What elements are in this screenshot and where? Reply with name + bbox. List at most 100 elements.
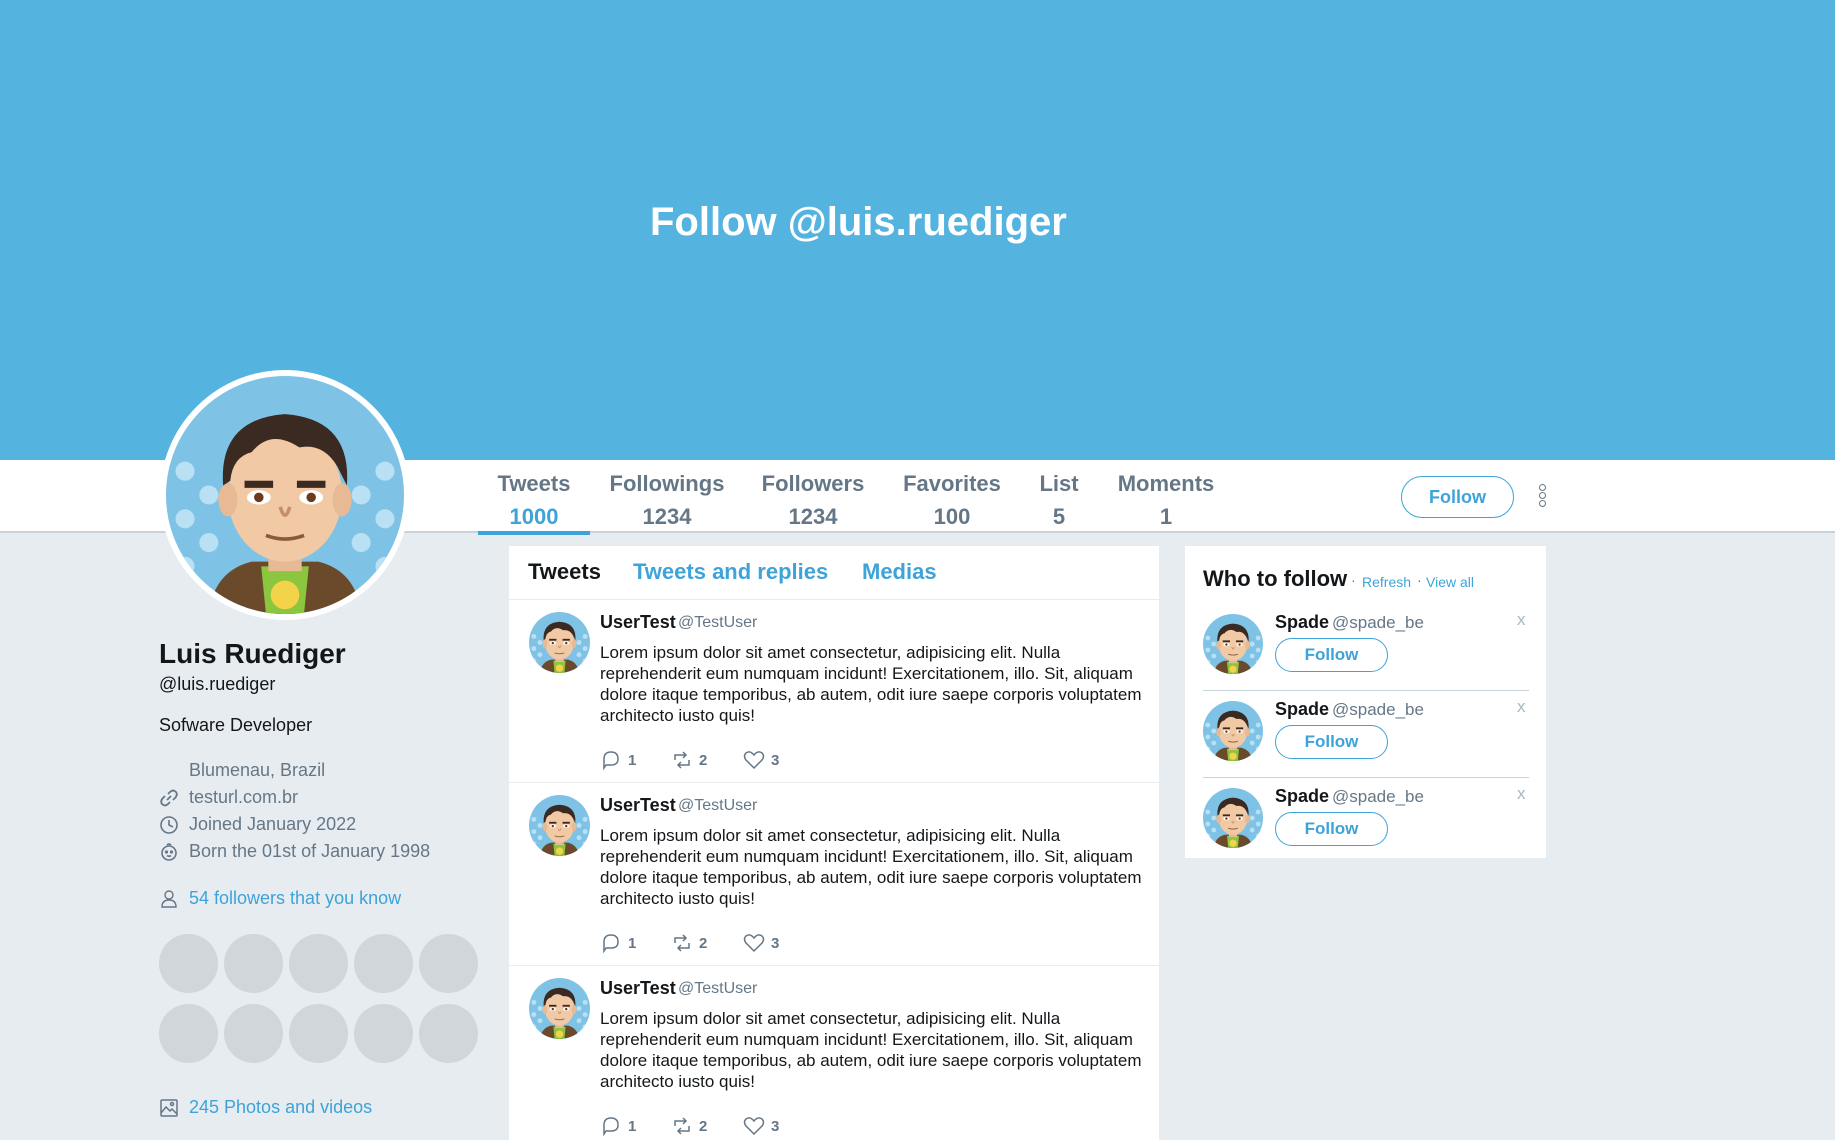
tweet[interactable]: UserTest @TestUser Lorem ipsum dolor sit… <box>509 966 1159 1140</box>
tweet-author-handle[interactable]: @TestUser <box>678 614 757 632</box>
followers-you-know-link[interactable]: 54 followers that you know <box>189 888 401 909</box>
profile-bio: Sofware Developer <box>159 715 313 735</box>
like-button[interactable]: 3 <box>743 1115 779 1137</box>
follower-avatar[interactable] <box>224 934 283 993</box>
follower-avatar[interactable] <box>289 1004 348 1063</box>
clock-icon <box>160 815 178 834</box>
retweet-count: 2 <box>699 1117 708 1135</box>
tweet[interactable]: UserTest @TestUser Lorem ipsum dolor sit… <box>509 783 1159 966</box>
suggestion-handle[interactable]: @spade_be <box>1332 700 1424 720</box>
website-link[interactable]: testurl.com.br <box>189 787 298 808</box>
stat-value: 1000 <box>509 504 559 529</box>
suggestion-handle[interactable]: @spade_be <box>1332 613 1424 633</box>
tweet-author-name[interactable]: UserTest <box>600 978 676 999</box>
tweets-tabs: Tweets Tweets and replies Medias <box>509 546 1159 600</box>
follower-avatar[interactable] <box>419 934 478 993</box>
like-count: 3 <box>771 1117 780 1135</box>
image-icon <box>160 1098 178 1117</box>
stat-moments[interactable]: Moments 1 <box>1112 460 1220 533</box>
suggestion-name[interactable]: Spade <box>1275 786 1329 807</box>
retweet-count: 2 <box>699 751 708 769</box>
tweet-author-name[interactable]: UserTest <box>600 612 676 633</box>
tweet-author-handle[interactable]: @TestUser <box>678 797 757 815</box>
follow-button[interactable]: Follow <box>1401 476 1514 518</box>
suggestion-avatar[interactable] <box>1203 614 1263 674</box>
suggestion-name[interactable]: Spade <box>1275 699 1329 720</box>
like-button[interactable]: 3 <box>743 749 779 771</box>
follow-suggestion: Spade @spade_be Follow x <box>1203 691 1529 778</box>
profile-website: testurl.com.br <box>159 787 298 808</box>
banner-title: Follow @luis.ruediger <box>650 200 1067 244</box>
dismiss-icon[interactable]: x <box>1517 610 1526 630</box>
tweet-text: Lorem ipsum dolor sit amet consectetur, … <box>600 1009 1142 1091</box>
retweet-button[interactable]: 2 <box>671 932 707 954</box>
tweet[interactable]: UserTest @TestUser Lorem ipsum dolor sit… <box>509 600 1159 783</box>
stat-value: 1234 <box>642 504 692 529</box>
retweet-button[interactable]: 2 <box>671 749 707 771</box>
follower-avatar[interactable] <box>159 934 218 993</box>
profile-avatar <box>160 370 410 620</box>
tweet-author-handle[interactable]: @TestUser <box>678 980 757 998</box>
tweet-avatar[interactable] <box>529 978 590 1039</box>
followers-you-know[interactable]: 54 followers that you know <box>159 888 401 909</box>
heart-icon <box>743 751 765 770</box>
follower-avatar[interactable] <box>159 1004 218 1063</box>
tab-medias[interactable]: Medias <box>862 559 937 585</box>
follower-avatar[interactable] <box>354 934 413 993</box>
suggestion-follow-button[interactable]: Follow <box>1275 812 1388 846</box>
more-options-icon[interactable] <box>1534 484 1550 510</box>
heart-icon <box>743 934 765 953</box>
stat-followers[interactable]: Followers 1234 <box>757 460 869 533</box>
suggestion-name[interactable]: Spade <box>1275 612 1329 633</box>
stat-label: Followings <box>609 471 725 496</box>
map-pin-icon <box>159 761 179 781</box>
dismiss-icon[interactable]: x <box>1517 697 1526 717</box>
suggestion-avatar[interactable] <box>1203 788 1263 848</box>
like-count: 3 <box>771 934 780 952</box>
reply-button[interactable]: 1 <box>600 749 636 771</box>
like-count: 3 <box>771 751 780 769</box>
follower-avatar[interactable] <box>224 1004 283 1063</box>
tweet-avatar[interactable] <box>529 612 590 673</box>
stat-label: Favorites <box>903 471 1001 496</box>
retweet-icon <box>674 934 690 952</box>
retweet-count: 2 <box>699 934 708 952</box>
tweet-avatar[interactable] <box>529 795 590 856</box>
link-icon <box>160 789 178 806</box>
suggestion-handle[interactable]: @spade_be <box>1332 787 1424 807</box>
follower-avatar[interactable] <box>419 1004 478 1063</box>
follower-avatar[interactable] <box>354 1004 413 1063</box>
reply-count: 1 <box>628 1117 637 1135</box>
stat-followings[interactable]: Followings 1234 <box>606 460 728 533</box>
stat-list[interactable]: List 5 <box>1033 460 1085 533</box>
stat-tweets[interactable]: Tweets 1000 <box>478 460 590 535</box>
reply-button[interactable]: 1 <box>600 1115 636 1137</box>
follow-suggestion: Spade @spade_be Follow x <box>1203 604 1529 691</box>
tab-tweets-and-replies[interactable]: Tweets and replies <box>633 559 828 585</box>
born-text: Born the 01st of January 1998 <box>189 841 431 861</box>
stat-value: 5 <box>1052 504 1066 529</box>
view-all-link[interactable]: View all <box>1426 574 1474 590</box>
reply-button[interactable]: 1 <box>600 932 636 954</box>
stat-favorites[interactable]: Favorites 100 <box>899 460 1005 533</box>
comment-icon <box>603 1117 619 1137</box>
retweet-button[interactable]: 2 <box>671 1115 707 1137</box>
follow-suggestion: Spade @spade_be Follow x <box>1203 778 1529 865</box>
photos-and-videos-link[interactable]: 245 Photos and videos <box>189 1097 372 1118</box>
suggestion-avatar[interactable] <box>1203 701 1263 761</box>
follower-avatar[interactable] <box>289 934 348 993</box>
refresh-link[interactable]: Refresh <box>1362 574 1411 590</box>
suggestion-follow-button[interactable]: Follow <box>1275 638 1388 672</box>
stat-label: Followers <box>761 471 865 496</box>
suggestion-follow-button[interactable]: Follow <box>1275 725 1388 759</box>
photos-and-videos[interactable]: 245 Photos and videos <box>159 1097 372 1118</box>
profile-location: Blumenau, Brazil <box>159 760 325 781</box>
stat-label: Tweets <box>497 471 571 496</box>
retweet-icon <box>674 751 690 769</box>
stat-value: 1 <box>1159 504 1173 529</box>
dismiss-icon[interactable]: x <box>1517 784 1526 804</box>
tab-tweets[interactable]: Tweets <box>528 559 601 585</box>
tweet-author-name[interactable]: UserTest <box>600 795 676 816</box>
like-button[interactable]: 3 <box>743 932 779 954</box>
separator-dot: · <box>1417 572 1422 588</box>
